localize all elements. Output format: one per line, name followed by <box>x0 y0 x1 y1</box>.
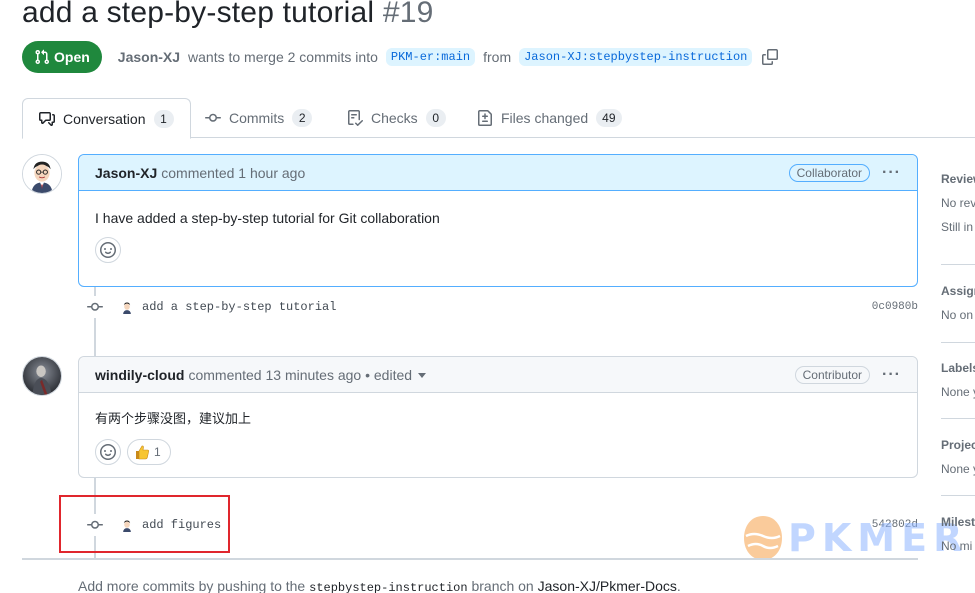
sidebar-reviewers: Review No rev Still in <box>941 172 975 234</box>
push-hint-branch: stepbystep-instruction <box>309 581 468 593</box>
pr-title-text: add a step-by-step tutorial <box>22 0 375 29</box>
base-branch[interactable]: PKM-er:main <box>385 48 476 66</box>
open-state-badge: Open <box>22 41 102 73</box>
pr-number: #19 <box>382 0 434 29</box>
comment-body: I have added a step-by-step tutorial for… <box>95 210 440 226</box>
comment-author[interactable]: windily-cloud <box>95 367 184 383</box>
timeline-end-divider <box>22 558 918 560</box>
sidebar-divider <box>941 495 975 496</box>
tab-commits-count: 2 <box>292 109 313 127</box>
comment-meta[interactable]: commented 13 minutes ago • edited <box>188 367 412 383</box>
tab-files-changed-label: Files changed <box>501 110 589 126</box>
edited-dropdown-icon[interactable] <box>418 373 427 378</box>
sidebar-assignees-heading[interactable]: Assign <box>941 284 975 298</box>
pr-tabs: Conversation 1 Commits 2 Checks 0 Files … <box>22 98 975 139</box>
head-branch[interactable]: Jason-XJ:stepbystep-instruction <box>519 48 753 66</box>
file-diff-icon <box>478 110 492 126</box>
reactions-bar: 1 <box>79 439 917 479</box>
timeline-commit: add a step-by-step tutorial 0c0980b <box>84 296 918 318</box>
reactions-bar <box>79 237 917 277</box>
merge-text: wants to merge 2 commits into <box>188 49 378 65</box>
thumbs-up-icon <box>136 445 149 460</box>
avatar-jason-xj[interactable] <box>22 154 62 194</box>
sidebar-milestone: Milest No mi <box>941 515 975 553</box>
sidebar-labels-value: None y <box>941 385 975 399</box>
add-reaction-button[interactable] <box>95 237 121 263</box>
sidebar-milestone-value: No mi <box>941 539 973 553</box>
push-hint-suffix: . <box>676 578 681 593</box>
annotation-highlight-box <box>59 495 230 553</box>
tab-conversation-count: 1 <box>153 109 174 128</box>
tab-commits[interactable]: Commits 2 <box>205 98 313 138</box>
push-hint-prefix: Add more commits by pushing to the <box>78 578 306 593</box>
sidebar-assignees: Assign No on <box>941 284 975 322</box>
sidebar-divider <box>941 418 975 419</box>
sidebar-reviewers-value-2: Still in <box>941 220 974 234</box>
commit-author-avatar[interactable] <box>120 300 134 314</box>
pr-title: add a step-by-step tutorial #19 <box>22 0 433 30</box>
sidebar-divider <box>941 264 975 265</box>
from-text: from <box>483 49 512 65</box>
checklist-icon <box>348 110 363 126</box>
open-state-label: Open <box>54 49 90 65</box>
cartoon-avatar-icon <box>23 155 61 193</box>
push-hint-mid: branch on <box>471 578 534 593</box>
comment-jason-xj: Jason-XJ commented 1 hour ago Collaborat… <box>78 154 918 287</box>
commit-message-link[interactable]: add a step-by-step tutorial <box>142 300 336 314</box>
tab-commits-label: Commits <box>229 110 285 126</box>
commit-sha-link[interactable]: 0c0980b <box>872 301 918 313</box>
git-pull-request-icon <box>35 49 50 65</box>
pr-state-row: Open Jason-XJ wants to merge 2 commits i… <box>22 41 779 73</box>
tab-files-changed[interactable]: Files changed 49 <box>477 98 622 138</box>
pr-author-link[interactable]: Jason-XJ <box>118 49 180 65</box>
comment-author[interactable]: Jason-XJ <box>95 165 157 181</box>
comment-discussion-icon <box>39 111 55 126</box>
tab-conversation-label: Conversation <box>63 110 146 127</box>
sidebar-reviewers-heading[interactable]: Review <box>941 172 975 186</box>
sidebar-projects-heading[interactable]: Projec <box>941 438 975 452</box>
push-hint: Add more commits by pushing to the stepb… <box>78 578 681 593</box>
comment-header: Jason-XJ commented 1 hour ago Collaborat… <box>79 155 917 191</box>
pkmer-watermark: PKMER <box>742 514 968 562</box>
collaborator-badge: Collaborator <box>788 163 871 182</box>
tab-checks[interactable]: Checks 0 <box>347 98 446 138</box>
smiley-icon <box>100 444 116 460</box>
sidebar-divider <box>941 342 975 343</box>
sidebar-reviewers-value: No rev <box>941 196 975 210</box>
sidebar-labels: Labels None y <box>941 361 975 399</box>
contributor-badge: Contributor <box>794 365 871 384</box>
comment-header: windily-cloud commented 13 minutes ago •… <box>79 357 917 393</box>
pkmer-logo-icon <box>744 516 782 560</box>
git-commit-icon <box>84 296 106 318</box>
git-commit-icon <box>205 113 221 122</box>
tab-checks-label: Checks <box>371 110 418 126</box>
kebab-menu-icon[interactable]: ··· <box>882 164 901 182</box>
kebab-menu-icon[interactable]: ··· <box>882 366 901 384</box>
sidebar-projects: Projec None y <box>941 438 975 476</box>
tab-files-changed-count: 49 <box>596 109 622 127</box>
smiley-icon <box>100 242 116 258</box>
push-hint-repo[interactable]: Jason-XJ/Pkmer-Docs <box>538 578 677 593</box>
sidebar-milestone-heading[interactable]: Milest <box>941 515 975 529</box>
photo-avatar-icon <box>23 357 61 395</box>
tab-checks-count: 0 <box>425 109 446 127</box>
sidebar-assignees-value: No on <box>941 308 974 322</box>
copy-icon[interactable] <box>762 49 779 65</box>
thumbs-up-count: 1 <box>154 445 161 459</box>
comment-body: 有两个步骤没图，建议加上 <box>95 412 252 427</box>
add-reaction-button[interactable] <box>95 439 121 465</box>
avatar-windily-cloud[interactable] <box>22 356 62 396</box>
comment-meta[interactable]: commented 1 hour ago <box>161 165 305 181</box>
thumbs-up-reaction[interactable]: 1 <box>127 439 171 465</box>
sidebar-projects-value: None y <box>941 462 975 476</box>
sidebar-labels-heading[interactable]: Labels <box>941 361 975 375</box>
comment-windily-cloud: windily-cloud commented 13 minutes ago •… <box>78 356 918 478</box>
tab-conversation[interactable]: Conversation 1 <box>22 98 191 139</box>
